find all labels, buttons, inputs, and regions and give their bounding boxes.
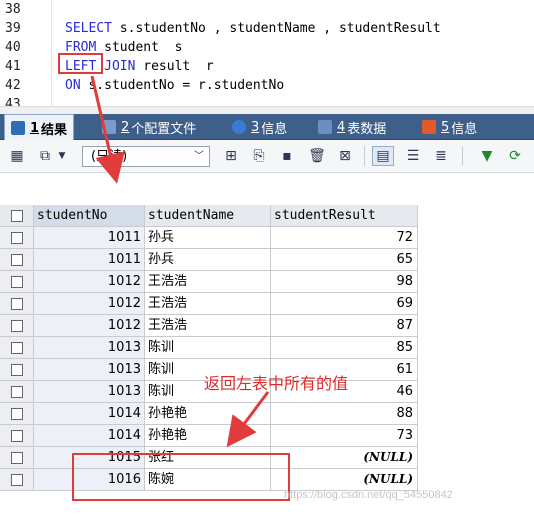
arrow-to-null-rows-icon — [226, 391, 270, 448]
arrow-to-select-icon — [90, 75, 125, 184]
annotation-note: 返回左表中所有的值 — [204, 374, 349, 393]
watermark: https://blog.csdn.net/qq_54550842 — [284, 489, 453, 501]
annotation-arrows — [90, 75, 270, 448]
